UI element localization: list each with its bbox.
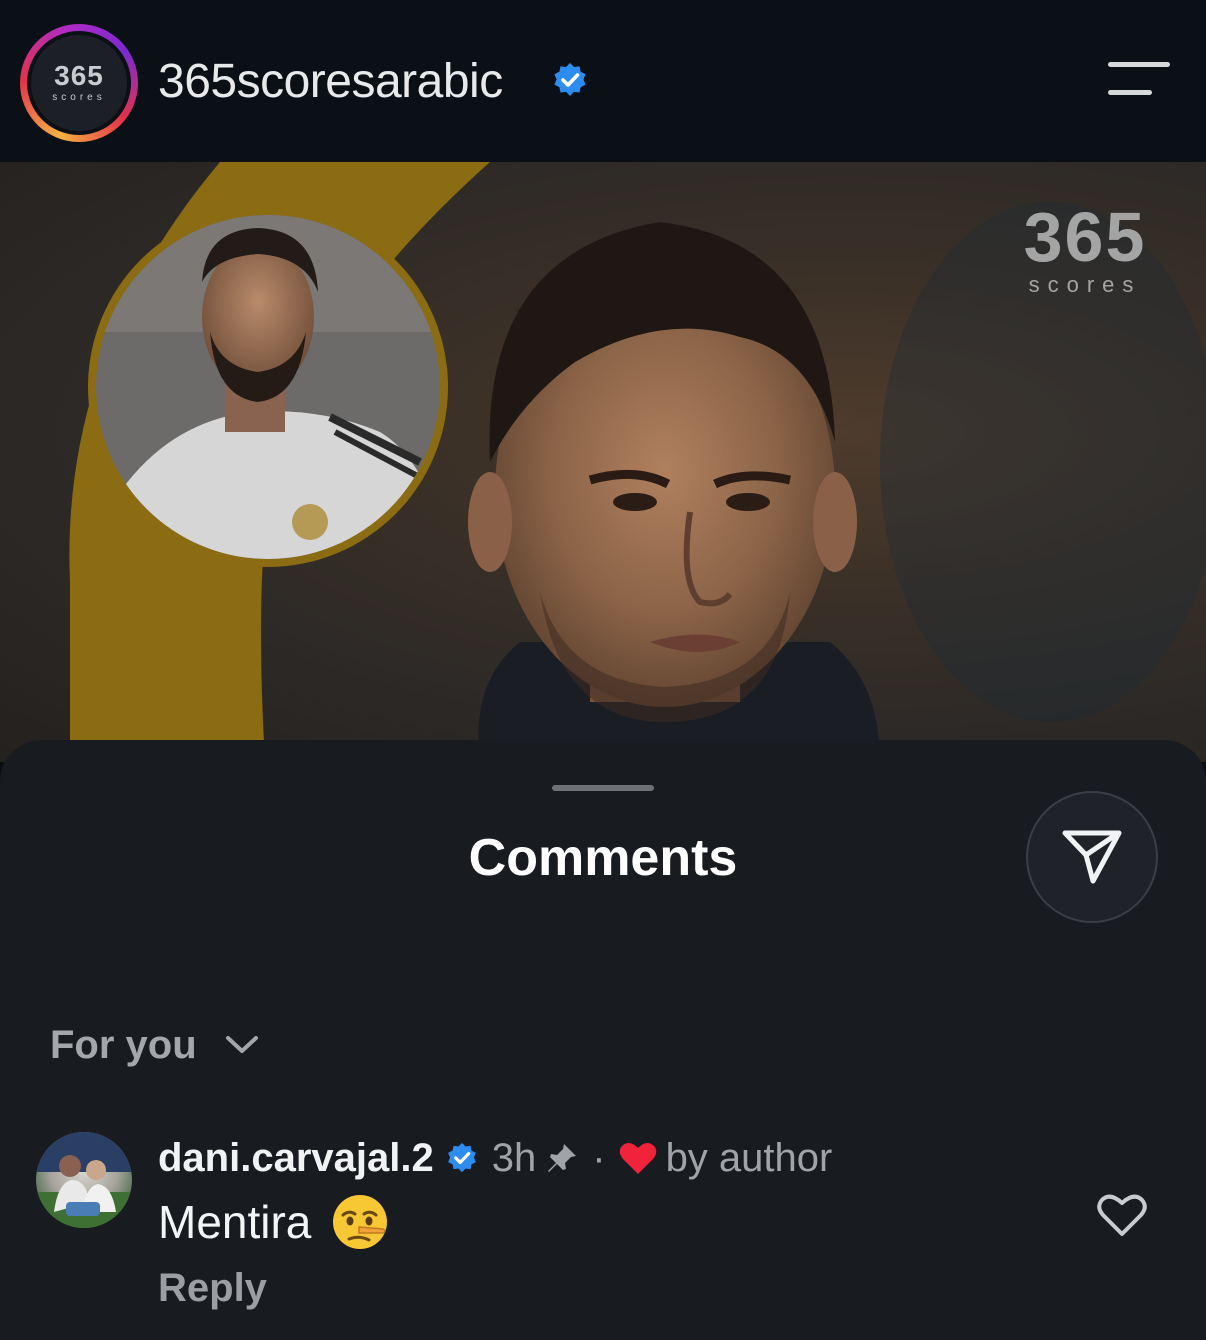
comment-header: dani.carvajal.2 3h · by author xyxy=(158,1133,832,1183)
pin-icon xyxy=(548,1144,577,1172)
heart-outline-icon[interactable] xyxy=(1096,1192,1148,1238)
profile-logo: 365 scores xyxy=(31,35,127,131)
comment-text-body: Mentira xyxy=(158,1196,312,1248)
verified-badge-icon xyxy=(447,1142,476,1173)
sort-dropdown[interactable]: For you xyxy=(50,1020,259,1070)
reply-button[interactable]: Reply xyxy=(158,1266,267,1311)
avatar-photo xyxy=(36,1132,132,1228)
share-button[interactable] xyxy=(1026,791,1158,923)
send-icon xyxy=(1062,830,1122,884)
comment-text: Mentira xyxy=(158,1192,389,1252)
menu-icon[interactable] xyxy=(1108,62,1170,102)
watermark-text: 365 xyxy=(1023,198,1147,276)
sort-label: For you xyxy=(50,1022,197,1067)
profile-header: 365 scores 365scoresarabic xyxy=(0,0,1206,162)
post-image: 365 scores xyxy=(0,162,1206,762)
separator-dot: · xyxy=(592,1135,606,1180)
profile-logo-subtext: scores xyxy=(52,92,106,103)
profile-logo-text: 365 xyxy=(54,60,104,91)
profile-avatar[interactable]: 365 scores xyxy=(20,24,138,142)
verified-badge-icon xyxy=(554,63,586,96)
heart-icon xyxy=(619,1142,656,1174)
comments-sheet: Comments For you dani.carvajal.2 3h · by… xyxy=(0,740,1206,1340)
chevron-down-icon xyxy=(225,1036,258,1053)
commenter-avatar[interactable] xyxy=(36,1132,132,1228)
comment-time: 3h xyxy=(491,1135,537,1180)
watermark-logo: 365 scores xyxy=(1000,202,1170,298)
liked-by-author-label: by author xyxy=(665,1135,833,1180)
account-name[interactable]: 365scoresarabic xyxy=(158,52,503,112)
drag-handle[interactable] xyxy=(552,785,654,791)
lying-face-emoji xyxy=(333,1195,388,1249)
comment-username[interactable]: dani.carvajal.2 xyxy=(158,1136,434,1181)
